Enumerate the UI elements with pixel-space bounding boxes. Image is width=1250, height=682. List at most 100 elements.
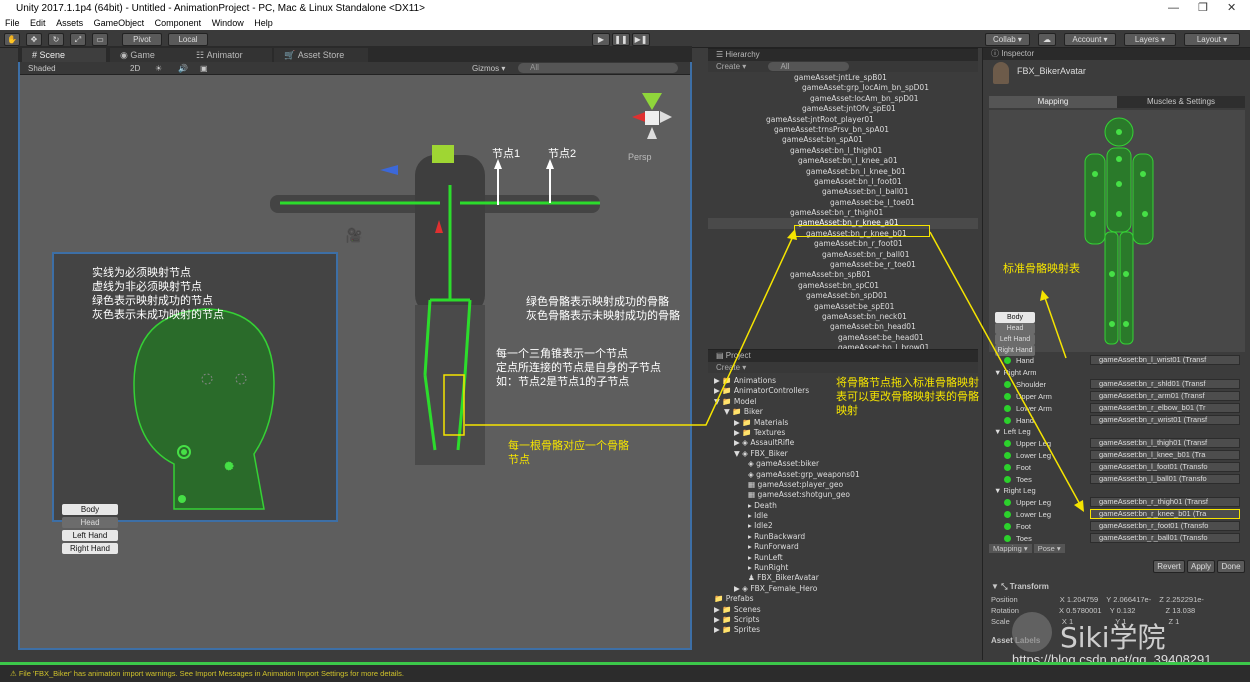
hierarchy-tab[interactable]: ☰ Hierarchy — [708, 49, 978, 61]
project-asset[interactable]: ▦ gameAsset:shotgun_geo — [708, 490, 978, 500]
right-arm-group[interactable]: ▼ Right Arm — [994, 368, 1036, 377]
mapping-dropdown[interactable]: Mapping ▾ — [989, 544, 1032, 553]
menu-gameobject[interactable]: GameObject — [94, 18, 145, 28]
hierarchy-item[interactable]: gameAsset:bn_l_thigh01 — [708, 146, 978, 156]
bone-field[interactable]: gameAsset:bn_l_wrist01 (Transf — [1090, 355, 1240, 365]
project-create-button[interactable]: Create ▾ — [716, 363, 746, 372]
right-leg-group[interactable]: ▼ Right Leg — [994, 486, 1036, 495]
position-z[interactable]: 2.252291e- — [1166, 595, 1204, 604]
project-avatar[interactable]: ♟ FBX_BikerAvatar — [708, 573, 978, 583]
inspector-head-button[interactable]: Head — [995, 323, 1035, 334]
layers-button[interactable]: Layers ▾ — [1124, 33, 1176, 46]
right-hand-button[interactable]: Right Hand — [62, 543, 118, 554]
project-asset[interactable]: ◈ gameAsset:grp_weapons01 — [708, 470, 978, 480]
hierarchy-item[interactable]: gameAsset:be_spE01 — [708, 302, 978, 312]
project-folder[interactable]: ▶ 📁 Textures — [708, 428, 978, 438]
collab-button[interactable]: Collab ▾ — [985, 33, 1030, 46]
menu-window[interactable]: Window — [212, 18, 244, 28]
effects-icon[interactable]: ▣ — [200, 62, 208, 75]
bone-field[interactable]: gameAsset:bn_l_thigh01 (Transf — [1090, 438, 1240, 448]
project-anim[interactable]: ▸ RunForward — [708, 542, 978, 552]
inspector-tab[interactable]: ⓘ Inspector — [983, 48, 1250, 60]
project-asset[interactable]: ▶ ◈ FBX_Female_Hero — [708, 584, 978, 594]
hierarchy-item[interactable]: gameAsset:jntRoot_player01 — [708, 115, 978, 125]
project-anim[interactable]: ▸ RunLeft — [708, 553, 978, 563]
gizmos-dropdown[interactable]: Gizmos ▾ — [472, 62, 505, 75]
audio-icon[interactable]: 🔊 — [178, 62, 188, 75]
layout-button[interactable]: Layout ▾ — [1184, 33, 1240, 46]
body-button[interactable]: Body — [62, 504, 118, 515]
rotate-tool-icon[interactable]: ↻ — [48, 33, 64, 46]
position-x[interactable]: 1.204759 — [1067, 595, 1098, 604]
project-folder[interactable]: ▶ 📁 Sprites — [708, 625, 978, 635]
step-icon[interactable]: ▶❚ — [632, 33, 650, 46]
bone-field[interactable]: gameAsset:bn_r_shld01 (Transf — [1090, 379, 1240, 389]
hierarchy-item[interactable]: gameAsset:be_l_toe01 — [708, 198, 978, 208]
hierarchy-item[interactable]: gameAsset:bn_spD01 — [708, 291, 978, 301]
hierarchy-item[interactable]: gameAsset:bn_l_knee_b01 — [708, 167, 978, 177]
menu-help[interactable]: Help — [254, 18, 273, 28]
left-leg-group[interactable]: ▼ Left Leg — [994, 427, 1031, 436]
project-tab[interactable]: ▤ Project — [708, 350, 978, 362]
status-bar[interactable]: ⚠ File 'FBX_Biker' has animation import … — [0, 662, 1250, 682]
tab-animator[interactable]: ☷ Animator — [186, 48, 272, 62]
rotation-x[interactable]: 0.5780001 — [1066, 606, 1101, 615]
local-button[interactable]: Local — [168, 33, 208, 46]
head-button[interactable]: Head — [62, 517, 118, 528]
rotation-y[interactable]: 0.132 — [1117, 606, 1136, 615]
hierarchy-item[interactable]: gameAsset:bn_neck01 — [708, 312, 978, 322]
project-anim[interactable]: ▸ Death — [708, 501, 978, 511]
inspector-body-button[interactable]: Body — [995, 312, 1035, 323]
menu-component[interactable]: Component — [155, 18, 202, 28]
tab-asset-store[interactable]: 🛒 Asset Store — [274, 48, 368, 62]
bone-field-highlighted[interactable]: gameAsset:bn_r_knee_b01 (Tra — [1090, 509, 1240, 519]
maximize-icon[interactable]: ❐ — [1198, 0, 1208, 17]
project-asset[interactable]: ◈ gameAsset:biker — [708, 459, 978, 469]
hierarchy-item[interactable]: gameAsset:trnsPrsv_bn_spA01 — [708, 125, 978, 135]
move-tool-icon[interactable]: ✥ — [26, 33, 42, 46]
project-anim[interactable]: ▸ Idle — [708, 511, 978, 521]
2d-toggle[interactable]: 2D — [130, 62, 140, 75]
done-button[interactable]: Done — [1217, 560, 1245, 573]
cloud-icon[interactable]: ☁ — [1038, 33, 1056, 46]
inspector-left-hand-button[interactable]: Left Hand — [995, 334, 1035, 345]
bone-field[interactable]: gameAsset:bn_r_foot01 (Transfo — [1090, 521, 1240, 531]
bone-field[interactable]: gameAsset:bn_r_ball01 (Transfo — [1090, 533, 1240, 543]
account-button[interactable]: Account ▾ — [1064, 33, 1116, 46]
rect-tool-icon[interactable]: ▭ — [92, 33, 108, 46]
position-y[interactable]: 2.066417e- — [1113, 595, 1151, 604]
tab-game[interactable]: ◉ Game — [110, 48, 190, 62]
project-folder[interactable]: 📁 Prefabs — [708, 594, 978, 604]
scene-search-input[interactable]: All — [518, 63, 678, 73]
hierarchy-item[interactable]: gameAsset:bn_spB01 — [708, 270, 978, 280]
hierarchy-item[interactable]: gameAsset:bn_r_thigh01 — [708, 208, 978, 218]
bone-field[interactable]: gameAsset:bn_r_thigh01 (Transf — [1090, 497, 1240, 507]
project-folder[interactable]: ▶ 📁 Materials — [708, 418, 978, 428]
play-icon[interactable]: ▶ — [592, 33, 610, 46]
tab-scene[interactable]: # Scene — [22, 48, 106, 62]
hierarchy-item[interactable]: gameAsset:bn_head01 — [708, 322, 978, 332]
lighting-icon[interactable]: ☀ — [155, 62, 162, 75]
hierarchy-item[interactable]: gameAsset:grp_locAim_bn_spD01 — [708, 83, 978, 93]
tab-muscles-settings[interactable]: Muscles & Settings — [1117, 96, 1245, 108]
pause-icon[interactable]: ❚❚ — [612, 33, 630, 46]
bone-field[interactable]: gameAsset:bn_r_elbow_b01 (Tr — [1090, 403, 1240, 413]
hierarchy-item[interactable]: gameAsset:locAm_bn_spD01 — [708, 94, 978, 104]
apply-button[interactable]: Apply — [1187, 560, 1215, 573]
project-asset[interactable]: ▼ ◈ FBX_Biker — [708, 449, 978, 459]
menu-edit[interactable]: Edit — [30, 18, 46, 28]
project-folder[interactable]: ▶ 📁 Scenes — [708, 605, 978, 615]
hierarchy-item[interactable]: gameAsset:bn_l_knee_a01 — [708, 156, 978, 166]
hierarchy-item[interactable]: gameAsset:be_head01 — [708, 333, 978, 343]
hierarchy-item[interactable]: gameAsset:bn_r_ball01 — [708, 250, 978, 260]
bone-field[interactable]: gameAsset:bn_r_arm01 (Transf — [1090, 391, 1240, 401]
project-anim[interactable]: ▸ RunRight — [708, 563, 978, 573]
rotation-z[interactable]: 13.038 — [1172, 606, 1195, 615]
project-anim[interactable]: ▸ RunBackward — [708, 532, 978, 542]
project-asset[interactable]: ▶ ◈ AssaultRifle — [708, 438, 978, 448]
persp-label[interactable]: Persp — [628, 152, 652, 162]
hierarchy-item[interactable]: gameAsset:be_r_toe01 — [708, 260, 978, 270]
menu-assets[interactable]: Assets — [56, 18, 83, 28]
hierarchy-item[interactable]: gameAsset:jntLre_spB01 — [708, 73, 978, 83]
shading-mode-dropdown[interactable]: Shaded — [28, 62, 56, 75]
